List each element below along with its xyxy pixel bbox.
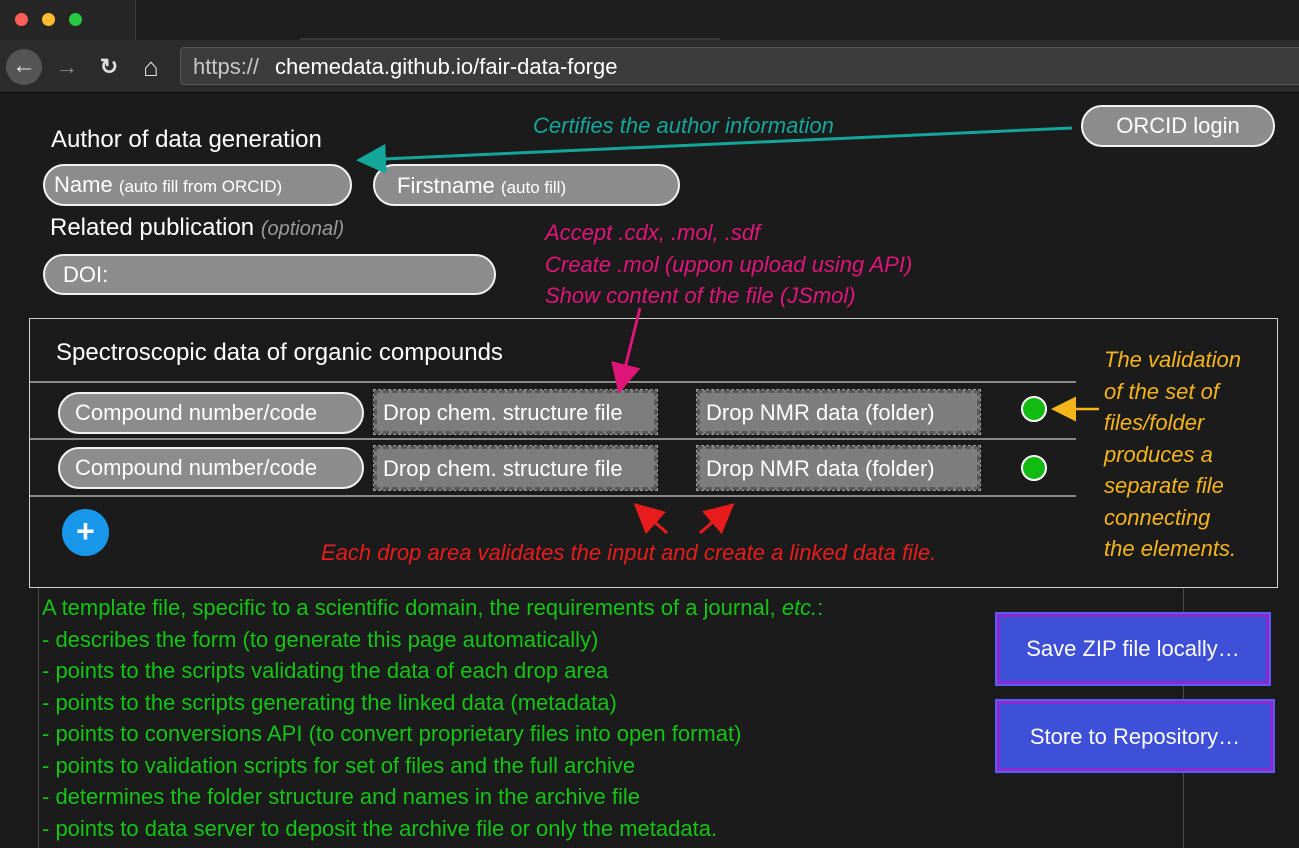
drop-arrow-left: [633, 502, 669, 535]
structure-arrow: [611, 307, 642, 394]
template-item: - points to data server to deposit the a…: [42, 815, 718, 841]
template-item: - points to validation scripts for set o…: [42, 752, 636, 778]
template-intro-colon: :: [817, 595, 824, 620]
template-intro: A template file, specific to a scientifi…: [42, 592, 823, 624]
template-intro-etc: etc.: [781, 595, 818, 620]
drop-arrow-right: [699, 503, 735, 535]
template-item: - determines the folder structure and na…: [42, 784, 640, 809]
template-item: - points to the scripts validating the d…: [42, 658, 609, 683]
store-repository-button[interactable]: Store to Repository…: [995, 699, 1275, 773]
save-zip-button[interactable]: Save ZIP file locally…: [995, 612, 1271, 686]
template-item: - points to the scripts generating the l…: [42, 689, 617, 715]
template-item: - describes the form (to generate this p…: [42, 626, 599, 652]
template-intro-text: A template file, specific to a scientifi…: [42, 595, 782, 620]
template-notes: A template file, specific to a scientifi…: [42, 592, 823, 844]
guide-line: [38, 588, 39, 848]
template-item: - points to conversions API (to convert …: [42, 721, 742, 746]
orcid-arrow: [356, 126, 1073, 174]
